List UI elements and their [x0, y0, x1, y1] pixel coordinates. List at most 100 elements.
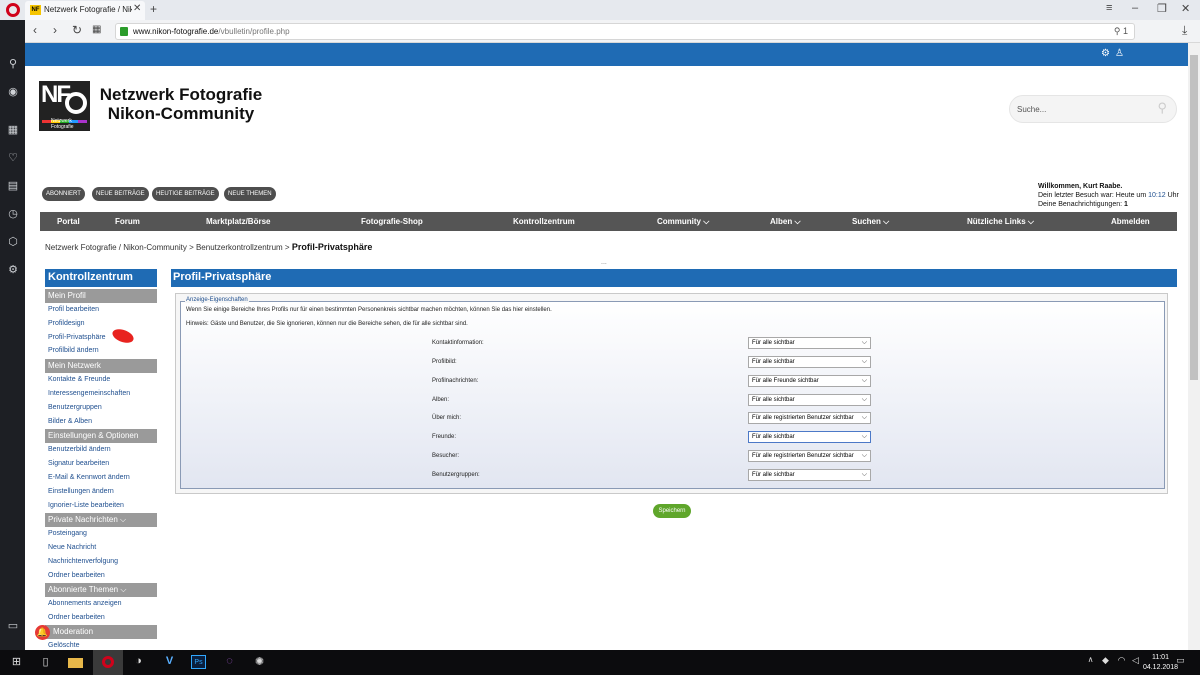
- forward-icon[interactable]: ›: [53, 23, 57, 37]
- search-magnifier-icon[interactable]: ⚲: [1157, 100, 1167, 116]
- link-abo-ordner[interactable]: Ordner bearbeiten: [48, 614, 105, 621]
- back-icon[interactable]: ‹: [33, 23, 37, 37]
- select-profilbild[interactable]: Für alle sichtbar ⌵: [748, 356, 871, 368]
- address-bar[interactable]: www.nikon-fotografie.de/vbulletin/profil…: [115, 23, 1135, 40]
- app-c-icon[interactable]: ◌: [222, 655, 237, 669]
- link-abonnements[interactable]: Abonnements anzeigen: [48, 600, 122, 607]
- opera-taskbar-item[interactable]: [93, 650, 123, 675]
- close-tab-icon[interactable]: ✕: [133, 3, 141, 14]
- nav-fotografie-shop[interactable]: Fotografie-Shop: [361, 217, 423, 226]
- section-mein-profil[interactable]: Mein Profil: [45, 289, 157, 303]
- select-profilnachrichten[interactable]: Für alle Freunde sichtbar ⌵: [748, 375, 871, 387]
- select-ueber-mich[interactable]: Für alle registrierten Benutzer sichtbar…: [748, 412, 871, 424]
- link-profildesign[interactable]: Profildesign: [48, 320, 85, 327]
- nav-abmelden[interactable]: Abmelden: [1111, 217, 1150, 226]
- section-einstellungen[interactable]: Einstellungen & Optionen: [45, 429, 157, 443]
- wifi-icon[interactable]: ◠: [1114, 655, 1129, 669]
- nav-community[interactable]: Community ⌵: [657, 217, 709, 227]
- section-moderation[interactable]: Moderation: [45, 625, 157, 639]
- site-search-input[interactable]: Suche... ⚲: [1009, 95, 1177, 123]
- search-icon[interactable]: ⚲: [6, 57, 20, 70]
- opera-logo-icon[interactable]: [6, 3, 20, 17]
- select-benutzergruppen[interactable]: Für alle sichtbar ⌵: [748, 469, 871, 481]
- link-nachrichtenverfolgung[interactable]: Nachrichtenverfolgung: [48, 558, 118, 565]
- link-kontakte[interactable]: Kontakte & Freunde: [48, 376, 110, 383]
- opera-sidebar: [0, 20, 25, 650]
- link-posteingang[interactable]: Posteingang: [48, 530, 87, 537]
- heart-icon[interactable]: ♡: [6, 151, 20, 164]
- nav-marktplatz[interactable]: Marktplatz/Börse: [206, 217, 270, 226]
- link-ordner-bearbeiten[interactable]: Ordner bearbeiten: [48, 572, 105, 579]
- app-icon[interactable]: ◑: [131, 655, 146, 669]
- scrollbar-thumb[interactable]: [1190, 55, 1198, 380]
- browser-tab[interactable]: NF Netzwerk Fotografie / Nik ✕: [25, 1, 145, 20]
- link-signatur[interactable]: Signatur bearbeiten: [48, 460, 109, 467]
- extensions-icon[interactable]: ⬡: [6, 235, 20, 248]
- file-explorer-icon[interactable]: [68, 658, 83, 668]
- nav-alben[interactable]: Alben ⌵: [770, 217, 801, 227]
- camera-icon[interactable]: ◉: [6, 85, 20, 98]
- new-tab-icon[interactable]: +: [150, 2, 157, 16]
- link-email-kennwort[interactable]: E-Mail & Kennwort ändern: [48, 474, 130, 481]
- brightness-icon[interactable]: ✺: [252, 655, 267, 669]
- tray-chevron-icon[interactable]: ∧: [1083, 655, 1098, 669]
- breadcrumb-ucp[interactable]: Benutzerkontrollzentrum: [196, 243, 283, 252]
- save-button[interactable]: Speichern: [653, 504, 691, 518]
- pill-neue-beitraege[interactable]: NEUE BEITRÄGE: [92, 187, 149, 201]
- tab-menu-icon[interactable]: ≡: [1106, 2, 1112, 14]
- app-v-icon[interactable]: V: [162, 655, 177, 669]
- photoshop-icon[interactable]: Ps: [191, 655, 206, 669]
- news-icon[interactable]: ▤: [6, 179, 20, 192]
- link-einstellungen-aendern[interactable]: Einstellungen ändern: [48, 488, 114, 495]
- pill-heutige-beitraege[interactable]: HEUTIGE BEITRÄGE: [152, 187, 219, 201]
- link-benutzerbild[interactable]: Benutzerbild ändern: [48, 446, 111, 453]
- maximize-icon[interactable]: ❐: [1157, 2, 1167, 15]
- label-freunde: Freunde:: [432, 434, 457, 440]
- speed-dial-icon[interactable]: ▦: [92, 24, 101, 35]
- link-profilbild-aendern[interactable]: Profilbild ändern: [48, 347, 99, 354]
- window-close-icon[interactable]: ✕: [1181, 2, 1190, 15]
- link-bilder-alben[interactable]: Bilder & Alben: [48, 418, 92, 425]
- link-geloeschte[interactable]: Gelöschte: [48, 642, 80, 649]
- select-alben[interactable]: Für alle sichtbar ⌵: [748, 394, 871, 406]
- select-besucher[interactable]: Für alle registrierten Benutzer sichtbar…: [748, 450, 871, 462]
- select-kontaktinformation[interactable]: Für alle sichtbar ⌵: [748, 337, 871, 349]
- link-profil-bearbeiten[interactable]: Profil bearbeiten: [48, 306, 99, 313]
- breadcrumb-home[interactable]: Netzwerk Fotografie / Nikon-Community: [45, 243, 187, 252]
- link-interessengemeinschaften[interactable]: Interessengemeinschaften: [48, 390, 130, 397]
- reload-icon[interactable]: ↻: [72, 23, 82, 37]
- section-abonnierte-themen[interactable]: Abonnierte Themen ⌵: [45, 583, 157, 597]
- pill-neue-themen[interactable]: NEUE THEMEN: [224, 187, 276, 201]
- nav-portal[interactable]: Portal: [57, 217, 80, 226]
- settings-icon[interactable]: ⚙: [6, 263, 20, 276]
- download-icon[interactable]: ⤓: [1182, 23, 1187, 38]
- notification-center-icon[interactable]: ▭: [1173, 655, 1188, 669]
- site-logo[interactable]: NF Netzwerk Fotografie: [39, 81, 90, 131]
- notification-bell-icon[interactable]: 🔔: [35, 625, 50, 640]
- section-mein-netzwerk[interactable]: Mein Netzwerk: [45, 359, 157, 373]
- pill-abonniert[interactable]: ABONNIERT: [42, 187, 85, 201]
- tray-app-icon[interactable]: ◆: [1098, 655, 1113, 669]
- link-neue-nachricht[interactable]: Neue Nachricht: [48, 544, 96, 551]
- nav-nuetzliche-links[interactable]: Nützliche Links ⌵: [967, 217, 1034, 227]
- user-icon[interactable]: ♙: [1115, 48, 1124, 59]
- speed-dial-sidebar-icon[interactable]: ▦: [6, 123, 20, 136]
- windows-start-icon[interactable]: ⊞: [9, 655, 24, 669]
- nav-kontrollzentrum[interactable]: Kontrollzentrum: [513, 217, 575, 226]
- nav-forum[interactable]: Forum: [115, 217, 140, 226]
- collapse-dots[interactable]: ...: [601, 259, 607, 266]
- settings-gear-icon[interactable]: ⚙: [1101, 48, 1110, 59]
- sidebar-toggle-icon[interactable]: ▭: [6, 619, 20, 632]
- link-profil-privatsphaere[interactable]: Profil-Privatsphäre: [48, 334, 106, 341]
- minimize-icon[interactable]: –: [1132, 2, 1138, 14]
- select-freunde[interactable]: Für alle sichtbar ⌵: [748, 431, 871, 443]
- nav-suchen[interactable]: Suchen ⌵: [852, 217, 889, 227]
- chevron-down-icon: ⌵: [861, 339, 867, 346]
- history-icon[interactable]: ◷: [6, 207, 20, 220]
- link-ignorier-liste[interactable]: Ignorier-Liste bearbeiten: [48, 502, 124, 509]
- section-private-nachrichten[interactable]: Private Nachrichten ⌵: [45, 513, 157, 527]
- addr-search-icon[interactable]: ⚲ 1: [1114, 26, 1128, 37]
- task-view-icon[interactable]: ▯: [38, 655, 53, 669]
- volume-icon[interactable]: ◁: [1128, 655, 1143, 669]
- link-benutzergruppen[interactable]: Benutzergruppen: [48, 404, 102, 411]
